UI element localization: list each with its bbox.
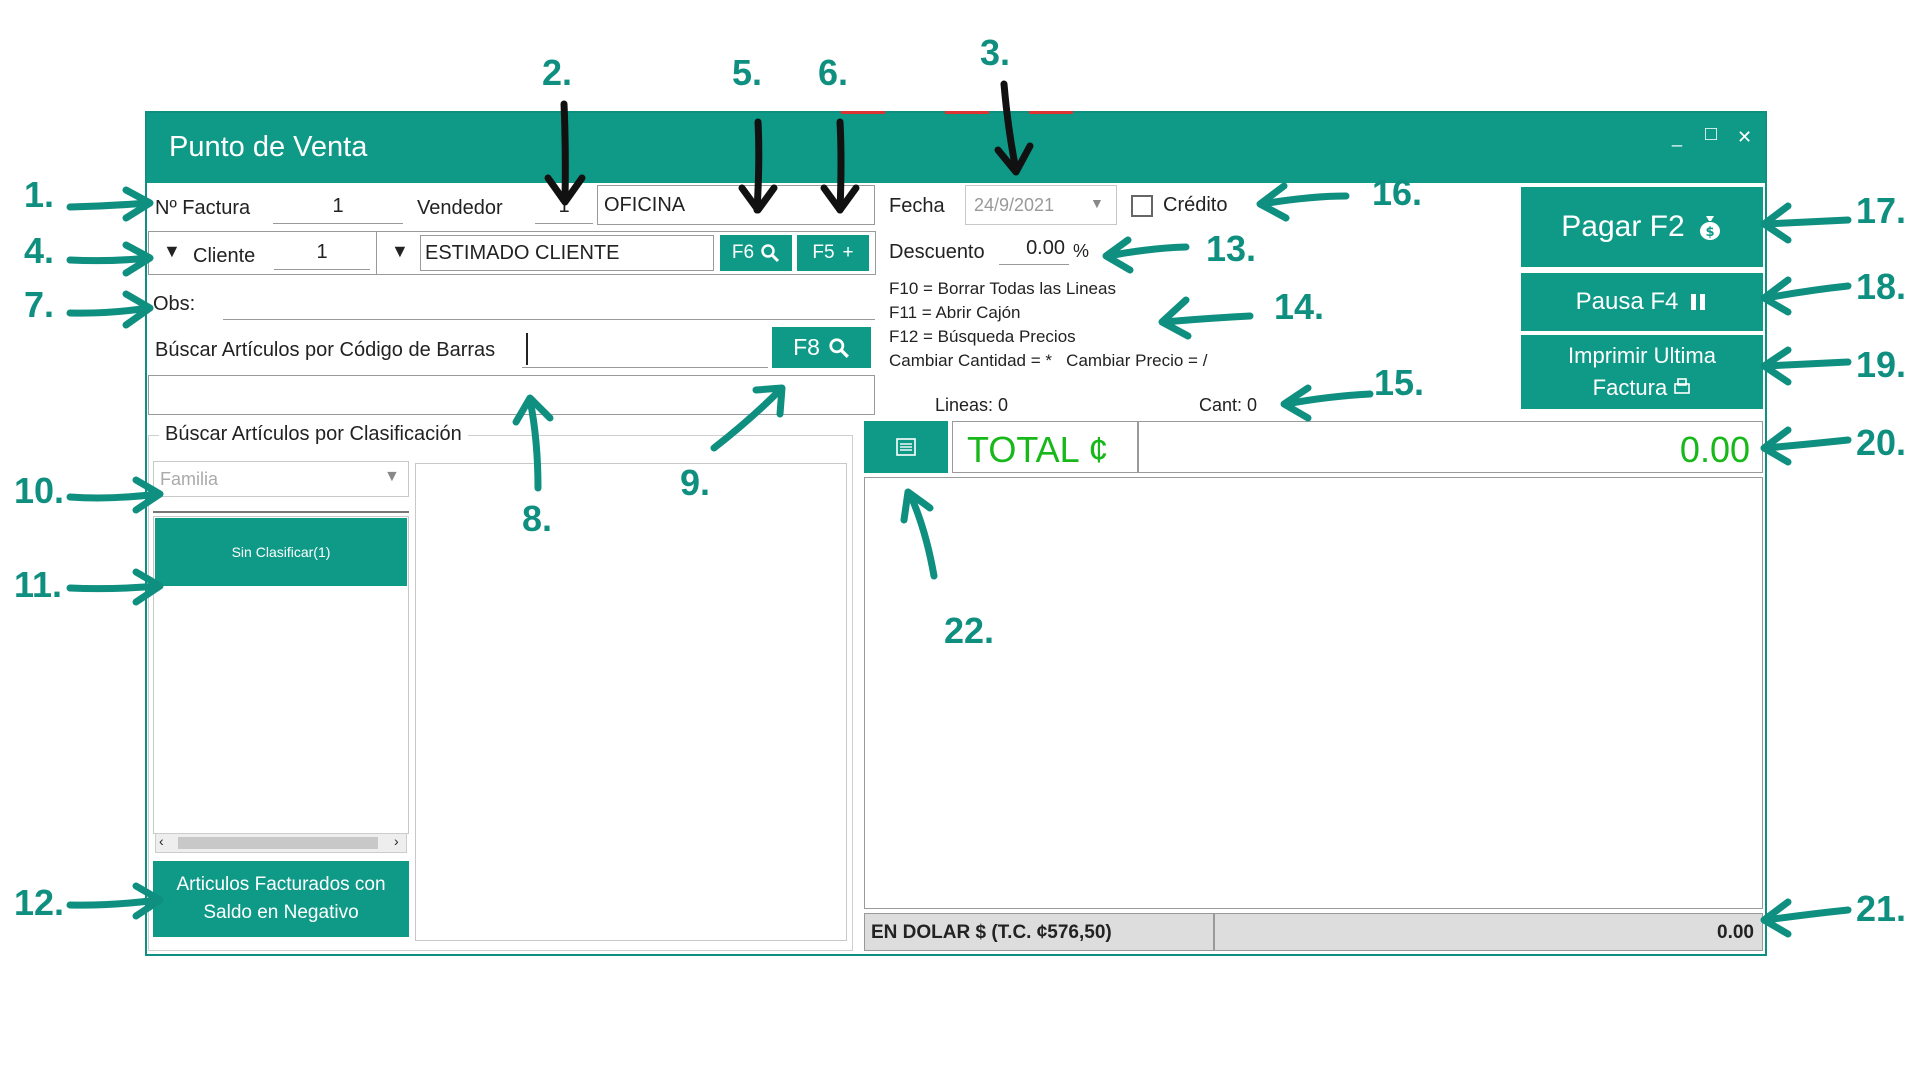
annotation-20: 20. [1856, 422, 1907, 463]
arrow-14 [1158, 296, 1254, 340]
annotation-12: 12. [14, 882, 65, 923]
arrow-12 [66, 882, 164, 920]
annotation-15: 15. [1374, 362, 1425, 403]
arrow-1 [66, 186, 154, 222]
arrow-3 [994, 80, 1034, 176]
annotation-13: 13. [1206, 228, 1257, 269]
arrow-5 [738, 118, 778, 214]
annotation-21: 21. [1856, 888, 1907, 929]
annotation-5: 5. [732, 52, 763, 93]
annotation-6: 6. [818, 52, 849, 93]
arrow-18 [1760, 276, 1852, 316]
annotation-14: 14. [1274, 286, 1325, 327]
arrow-21 [1760, 898, 1852, 938]
annotation-17: 17. [1856, 190, 1907, 231]
arrow-19 [1760, 346, 1852, 386]
arrow-6 [820, 118, 860, 214]
arrow-16 [1256, 182, 1350, 222]
annotation-4: 4. [24, 230, 55, 271]
arrow-17 [1760, 202, 1852, 244]
annotation-arrows [66, 80, 1852, 938]
arrow-10 [66, 476, 164, 514]
annotation-10: 10. [14, 470, 65, 511]
arrow-15 [1280, 384, 1374, 422]
arrow-7 [66, 290, 154, 329]
arrow-2 [544, 100, 586, 206]
annotation-3: 3. [980, 32, 1011, 73]
annotation-2: 2. [542, 52, 573, 93]
annotation-1: 1. [24, 174, 55, 215]
annotation-22: 22. [944, 610, 995, 651]
arrow-9 [710, 384, 786, 452]
arrow-13 [1102, 236, 1190, 274]
arrow-20 [1760, 426, 1852, 466]
annotation-11: 11. [14, 564, 63, 605]
arrow-11 [66, 568, 164, 606]
annotation-18: 18. [1856, 266, 1907, 307]
annotation-19: 19. [1856, 344, 1907, 385]
annotation-9: 9. [680, 462, 711, 503]
annotation-16: 16. [1372, 172, 1423, 213]
annotation-8: 8. [522, 498, 553, 539]
arrow-4 [66, 241, 154, 277]
arrow-22 [900, 488, 938, 580]
arrow-8 [512, 394, 554, 492]
annotation-7: 7. [24, 284, 55, 325]
